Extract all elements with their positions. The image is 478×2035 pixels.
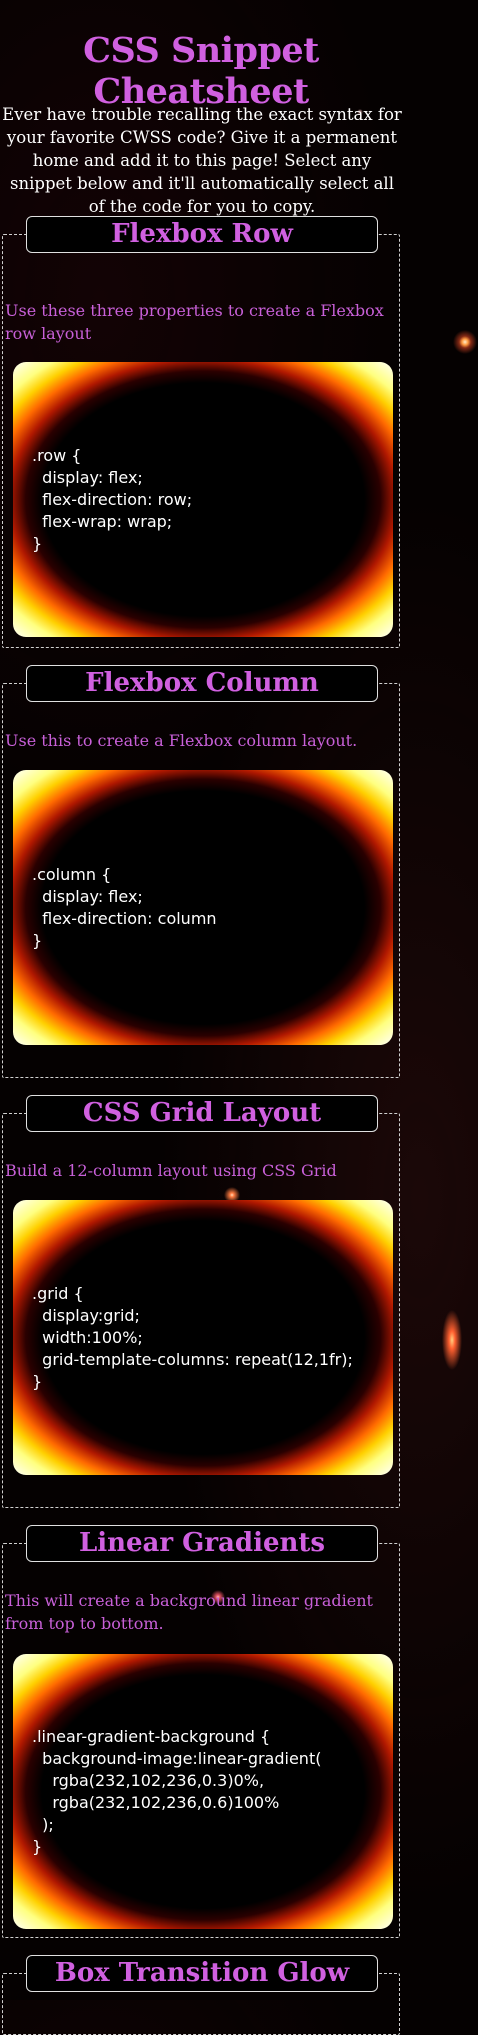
section-description: Build a 12-column layout using CSS Grid [5,1161,337,1180]
section-title: Flexbox Column [26,665,378,702]
code-snippet[interactable]: .column { display: flex; flex-direction:… [13,770,393,1045]
section-flexbox-row: Flexbox Row Use these three properties t… [2,216,400,648]
section-linear-gradients: Linear Gradients This will create a back… [2,1525,400,1938]
code-snippet[interactable]: .linear-gradient-background { background… [13,1654,393,1929]
intro-text: Ever have trouble recalling the exact sy… [2,105,402,216]
code-text[interactable]: .row { display: flex; flex-direction: ro… [32,362,192,637]
section-box-transition-glow: Box Transition Glow [2,1955,400,2035]
section-title: CSS Grid Layout [26,1095,378,1132]
code-snippet[interactable]: .row { display: flex; flex-direction: ro… [13,362,393,637]
page-title: CSS Snippet Cheatsheet [83,30,319,112]
code-snippet[interactable]: .grid { display:grid; width:100%; grid-t… [13,1200,393,1475]
section-title: Flexbox Row [26,216,378,253]
section-flexbox-column: Flexbox Column Use this to create a Flex… [2,665,400,1078]
section-description: This will create a background linear gra… [5,1591,373,1633]
section-description: Use this to create a Flexbox column layo… [5,731,358,750]
section-description: Use these three properties to create a F… [5,301,384,343]
section-css-grid: CSS Grid Layout Build a 12-column layout… [2,1095,400,1508]
section-title: Linear Gradients [26,1525,378,1562]
code-text[interactable]: .column { display: flex; flex-direction:… [32,770,217,1045]
section-title: Box Transition Glow [26,1955,378,1992]
code-text[interactable]: .linear-gradient-background { background… [32,1654,321,1929]
code-text[interactable]: .grid { display:grid; width:100%; grid-t… [32,1200,353,1475]
